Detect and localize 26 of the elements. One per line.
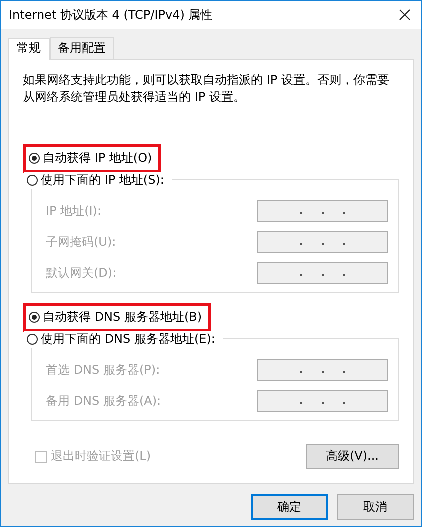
radio-option[interactable]: 使用下面的 IP 地址(S):: [24, 172, 172, 189]
ip-address-field[interactable]: [257, 231, 388, 253]
field-label: 备用 DNS 服务器(A):: [46, 392, 162, 410]
radio-button[interactable]: [29, 153, 40, 164]
window-title: Internet 协议版本 4 (TCP/IPv4) 属性: [9, 6, 213, 24]
field-label: 首选 DNS 服务器(P):: [46, 362, 160, 378]
radio-option[interactable]: 自动获得 DNS 服务器地址(B): [29, 309, 202, 326]
ip-address-field[interactable]: [257, 359, 388, 381]
ip-address-field[interactable]: [257, 390, 388, 412]
radio-button[interactable]: [27, 175, 38, 186]
dialog-button[interactable]: 取消: [337, 494, 414, 520]
field-label: 子网掩码(U):: [46, 234, 116, 250]
ip-address-field[interactable]: [257, 200, 388, 222]
tab[interactable]: 常规: [8, 38, 50, 60]
field-label: IP 地址(I):: [46, 202, 102, 220]
radio-button[interactable]: [29, 312, 40, 323]
ip-address-field[interactable]: [257, 262, 388, 284]
description-text: 如果网络支持此功能，则可以获取自动指派的 IP 设置。否则，你需要从网络系统管理员处获得适当的 IP 设置。: [23, 72, 390, 106]
radio-button[interactable]: [27, 334, 38, 345]
dialog-button[interactable]: 确定: [251, 494, 328, 520]
radio-option[interactable]: 自动获得 IP 地址(O): [29, 150, 152, 167]
radio-option[interactable]: 使用下面的 DNS 服务器地址(E):: [24, 331, 224, 348]
advanced-button[interactable]: 高级(V)...: [306, 444, 399, 469]
field-label: 默认网关(D):: [46, 264, 117, 282]
close-icon[interactable]: [399, 9, 411, 21]
tab[interactable]: 备用配置: [50, 37, 114, 59]
